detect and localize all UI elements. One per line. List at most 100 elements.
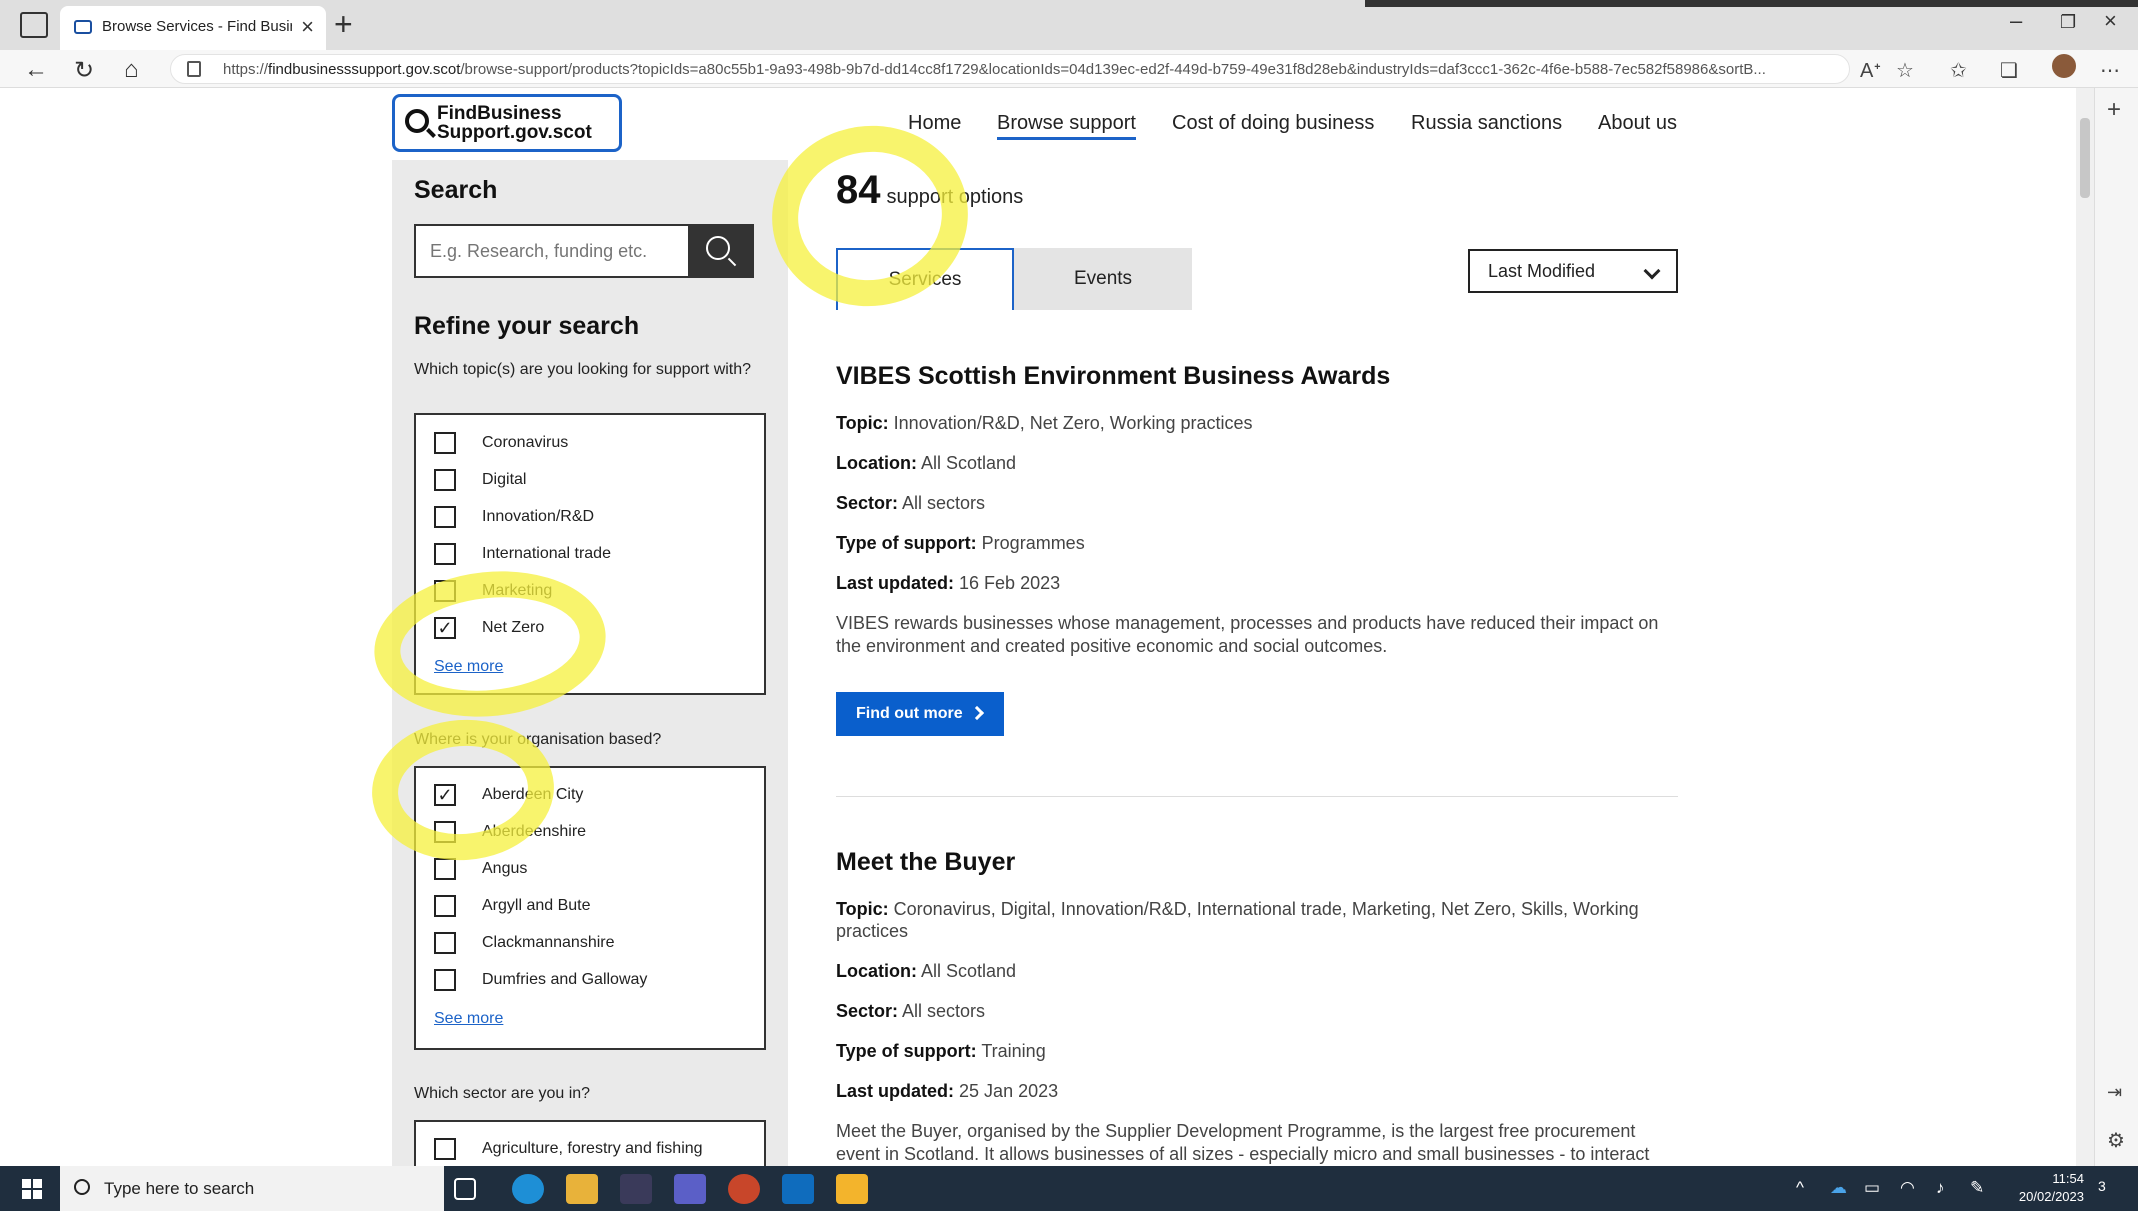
notification-center-icon[interactable]: 3 <box>2098 1178 2106 1194</box>
nav-home[interactable]: Home <box>908 112 961 135</box>
settings-gear-icon[interactable]: ⚙ <box>2107 1128 2125 1153</box>
logo-line-2: Support.gov.scot <box>437 122 592 143</box>
topic-option[interactable]: Digital <box>434 467 526 493</box>
file-explorer-icon[interactable] <box>566 1174 598 1204</box>
url-text: https://findbusinesssupport.gov.scot/bro… <box>223 61 1766 78</box>
sector-option[interactable]: Agriculture, forestry and fishing <box>434 1136 703 1162</box>
meta-label: Location: <box>836 453 917 473</box>
store-icon[interactable] <box>620 1174 652 1204</box>
sector-question: Which sector are you in? <box>414 1085 591 1102</box>
address-bar[interactable]: https://findbusinesssupport.gov.scot/bro… <box>170 54 1850 84</box>
notification-count: 3 <box>2098 1178 2106 1194</box>
nav-cost-of-doing-business[interactable]: Cost of doing business <box>1172 112 1374 135</box>
powerpoint-icon[interactable] <box>728 1174 760 1204</box>
topic-question: Which topic(s) are you looking for suppo… <box>414 361 752 378</box>
topic-option[interactable]: Coronavirus <box>434 430 568 456</box>
new-tab-icon[interactable]: + <box>334 6 353 43</box>
result-sector: Sector: All sectors <box>836 1000 1676 1022</box>
meta-label: Sector: <box>836 493 899 513</box>
edge-browser-icon[interactable] <box>512 1174 544 1204</box>
add-favorite-icon[interactable]: ☆ <box>1896 58 1914 83</box>
collections-icon[interactable]: ❏ <box>2000 58 2018 83</box>
web-page: FindBusiness Support.gov.scot Home Brows… <box>0 88 2094 1166</box>
checkbox[interactable] <box>434 1138 456 1160</box>
pen-icon[interactable]: ✎ <box>1970 1178 1984 1198</box>
location-option[interactable]: Argyll and Bute <box>434 893 591 919</box>
location-option[interactable]: Dumfries and Galloway <box>434 967 647 993</box>
result-topic: Topic: Innovation/R&D, Net Zero, Working… <box>836 412 1676 434</box>
result-divider <box>836 796 1678 797</box>
search-input[interactable] <box>416 226 688 276</box>
site-logo[interactable]: FindBusiness Support.gov.scot <box>392 94 622 152</box>
tab-events[interactable]: Events <box>1014 248 1192 310</box>
checkbox[interactable] <box>434 469 456 491</box>
location-option[interactable]: Angus <box>434 856 527 882</box>
home-icon[interactable]: ⌂ <box>124 56 139 84</box>
location-option-label: Clackmannanshire <box>482 934 615 951</box>
windows-start-icon[interactable] <box>22 1179 42 1199</box>
result-title[interactable]: VIBES Scottish Environment Business Awar… <box>836 362 1390 391</box>
outlook-icon[interactable] <box>782 1174 814 1204</box>
back-arrow-icon[interactable]: ← <box>24 56 48 84</box>
result-updated: Last updated: 16 Feb 2023 <box>836 572 1676 594</box>
network-icon[interactable]: ◠ <box>1900 1178 1915 1198</box>
location-option[interactable]: Clackmannanshire <box>434 930 615 956</box>
result-type: Type of support: Programmes <box>836 532 1676 554</box>
sticky-app-icon[interactable] <box>836 1174 868 1204</box>
topic-option[interactable]: International trade <box>434 541 611 567</box>
close-tab-icon[interactable]: × <box>301 14 314 40</box>
result-title[interactable]: Meet the Buyer <box>836 848 1015 877</box>
checkbox[interactable] <box>434 932 456 954</box>
address-toolbar: ← ↻ ⌂ https://findbusinesssupport.gov.sc… <box>0 50 2138 88</box>
checkbox[interactable] <box>434 506 456 528</box>
refresh-icon[interactable]: ↻ <box>74 56 94 85</box>
topic-option-label: Innovation/R&D <box>482 508 595 525</box>
page-scrollbar[interactable] <box>2076 88 2094 1166</box>
tab-actions-icon[interactable] <box>20 12 48 38</box>
nav-about-us[interactable]: About us <box>1598 112 1677 135</box>
onedrive-icon[interactable]: ☁ <box>1830 1178 1847 1198</box>
minimize-icon[interactable]: – <box>2010 8 2022 34</box>
meta-label: Type of support: <box>836 533 977 553</box>
sort-dropdown[interactable]: Last Modified <box>1468 249 1678 293</box>
checkbox[interactable] <box>434 858 456 880</box>
location-option-label: Dumfries and Galloway <box>482 971 648 988</box>
hide-sidebar-icon[interactable]: ⇥ <box>2107 1082 2122 1103</box>
volume-icon[interactable]: ♪ <box>1936 1178 1945 1198</box>
meta-value: All sectors <box>902 493 986 513</box>
logo-search-icon <box>405 109 429 133</box>
teams-icon[interactable] <box>674 1174 706 1204</box>
add-sidebar-icon[interactable]: + <box>2107 96 2121 124</box>
checkbox[interactable] <box>434 432 456 454</box>
window-close-icon[interactable]: × <box>2104 8 2117 34</box>
chevron-right-icon <box>969 705 985 721</box>
search-icon <box>74 1179 90 1195</box>
task-view-icon[interactable] <box>454 1178 476 1200</box>
meta-value: All Scotland <box>921 453 1017 473</box>
scrollbar-thumb[interactable] <box>2080 118 2090 198</box>
read-aloud-icon[interactable]: Aᐩ <box>1860 58 1881 83</box>
result-updated: Last updated: 25 Jan 2023 <box>836 1080 1676 1102</box>
browser-tab-active[interactable]: Browse Services - Find Business S × <box>60 6 326 50</box>
checkbox[interactable] <box>434 895 456 917</box>
profile-avatar[interactable] <box>2050 52 2078 80</box>
checkbox[interactable] <box>434 543 456 565</box>
checkbox[interactable] <box>434 969 456 991</box>
nav-russia-sanctions[interactable]: Russia sanctions <box>1411 112 1562 135</box>
more-menu-icon[interactable]: ⋯ <box>2100 58 2120 83</box>
logo-search-icon-handle <box>426 128 436 138</box>
meta-value: All Scotland <box>921 961 1017 981</box>
window-edge <box>1365 0 2138 7</box>
battery-icon[interactable]: ▭ <box>1864 1178 1880 1198</box>
taskbar-clock[interactable]: 11:54 20/02/2023 <box>2010 1170 2084 1206</box>
find-out-more-button[interactable]: Find out more <box>836 692 1004 736</box>
locations-see-more-link[interactable]: See more <box>434 1010 503 1028</box>
tray-chevron-up-icon[interactable]: ^ <box>1796 1178 1804 1198</box>
taskbar-search-box[interactable]: Type here to search <box>60 1166 444 1211</box>
result-topic: Topic: Coronavirus, Digital, Innovation/… <box>836 898 1676 942</box>
search-button[interactable] <box>688 224 754 278</box>
topic-option[interactable]: Innovation/R&D <box>434 504 594 530</box>
restore-icon[interactable]: ❐ <box>2060 12 2076 33</box>
nav-browse-support[interactable]: Browse support <box>997 112 1136 140</box>
favorites-icon[interactable]: ✩ <box>1950 58 1967 83</box>
